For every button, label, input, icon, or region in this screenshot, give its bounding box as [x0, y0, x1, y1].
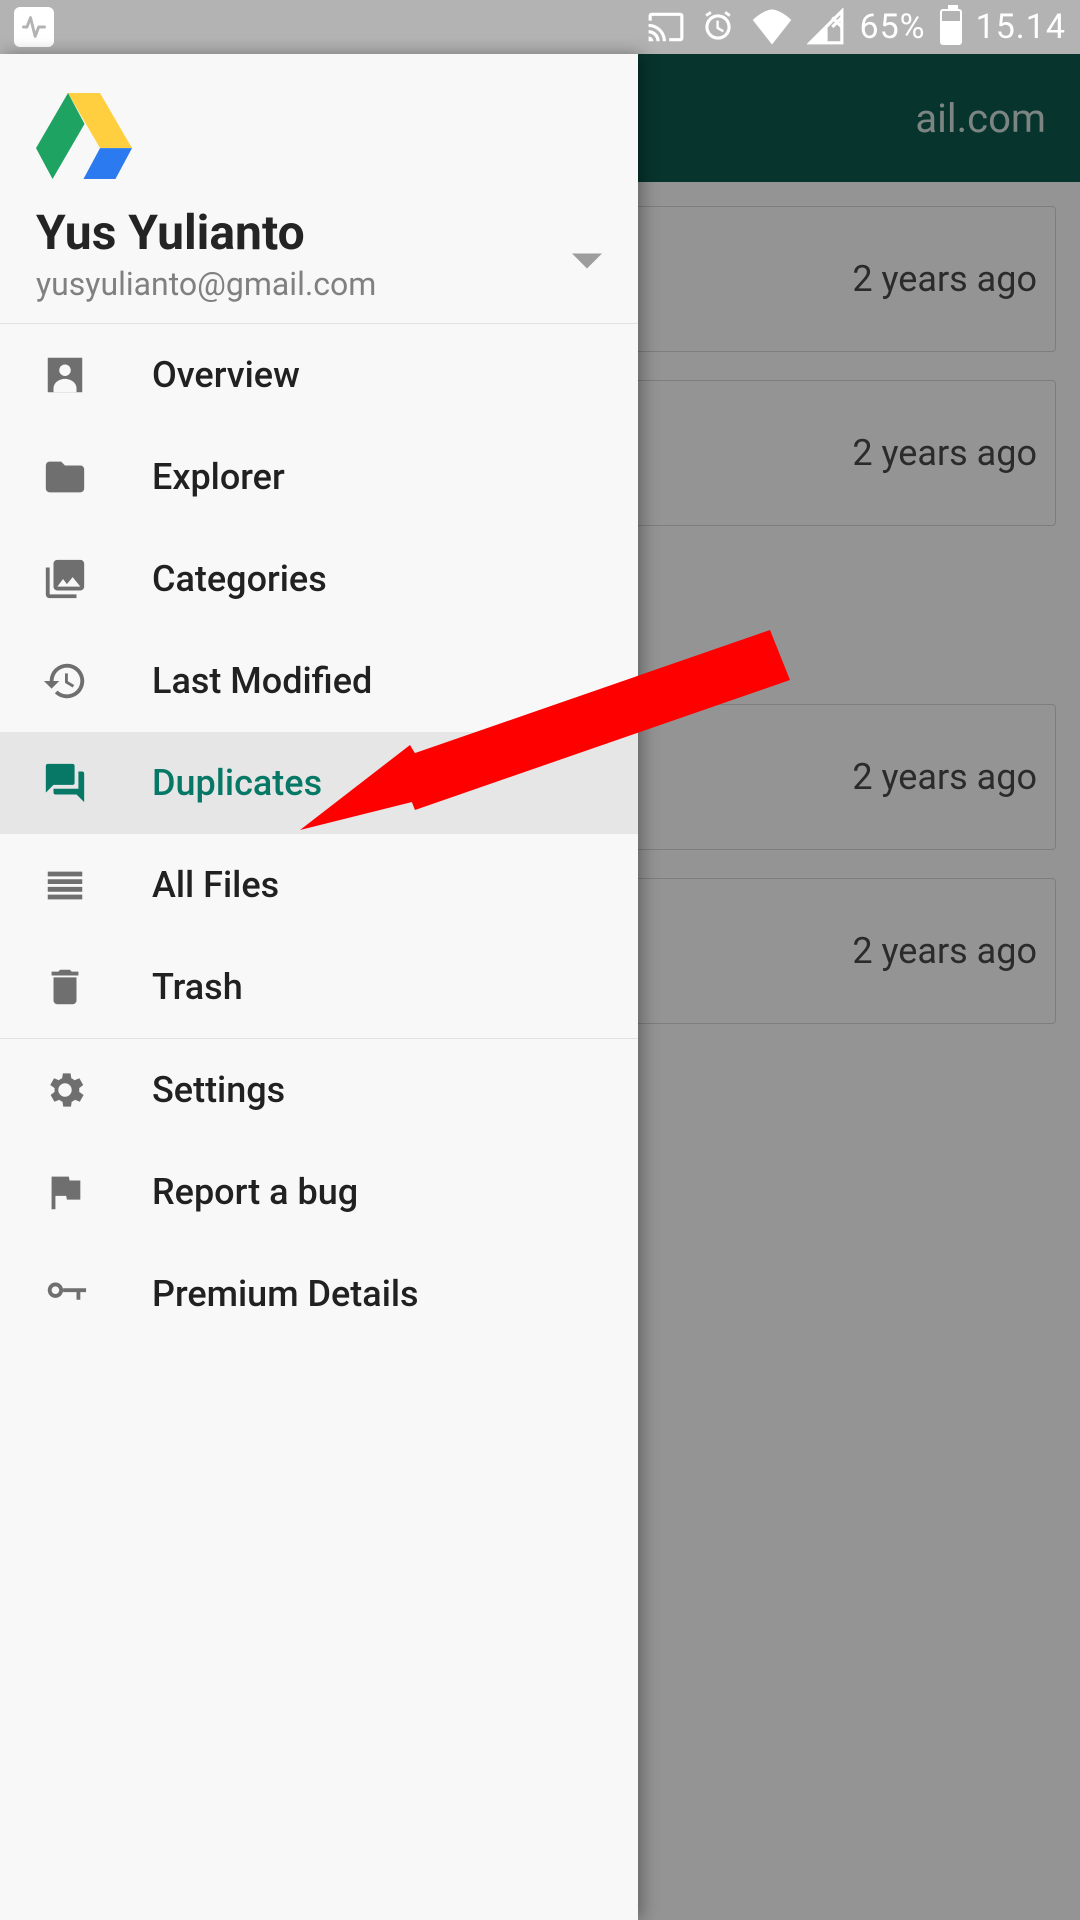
nav-item-premium-details[interactable]: Premium Details — [0, 1243, 638, 1345]
flag-icon — [40, 1167, 90, 1217]
battery-percent: 65% — [859, 7, 925, 47]
folder-icon — [40, 452, 90, 502]
nav-item-label: Duplicates — [152, 762, 322, 804]
list-lines-icon — [40, 860, 90, 910]
nav-item-label: All Files — [152, 864, 279, 906]
signal-no-data-icon — [807, 8, 845, 46]
google-drive-icon — [36, 90, 132, 182]
collections-icon — [40, 554, 90, 604]
activity-icon — [14, 7, 54, 47]
nav-item-label: Last Modified — [152, 660, 372, 702]
nav-item-label: Report a bug — [152, 1171, 358, 1213]
nav-item-label: Categories — [152, 558, 327, 600]
clock: 15.14 — [976, 7, 1066, 47]
nav-item-duplicates[interactable]: Duplicates — [0, 732, 638, 834]
nav-drawer: Yus Yulianto yusyulianto@gmail.com Overv… — [0, 54, 638, 1920]
nav-item-label: Premium Details — [152, 1273, 419, 1315]
drawer-header[interactable]: Yus Yulianto yusyulianto@gmail.com — [0, 54, 638, 324]
nav-item-trash[interactable]: Trash — [0, 936, 638, 1038]
nav-item-all-files[interactable]: All Files — [0, 834, 638, 936]
nav-item-label: Overview — [152, 354, 300, 396]
nav-item-categories[interactable]: Categories — [0, 528, 638, 630]
nav-item-report-bug[interactable]: Report a bug — [0, 1141, 638, 1243]
history-icon — [40, 656, 90, 706]
account-name: Yus Yulianto — [36, 204, 602, 261]
key-icon — [40, 1269, 90, 1319]
drawer-list: Overview Explorer Categories Last Modifi… — [0, 324, 638, 1920]
nav-item-last-modified[interactable]: Last Modified — [0, 630, 638, 732]
chat-bubbles-icon — [40, 758, 90, 808]
nav-item-label: Explorer — [152, 456, 285, 498]
cast-icon — [647, 8, 685, 46]
nav-item-label: Settings — [152, 1069, 285, 1111]
alarm-icon — [699, 8, 737, 46]
gear-icon — [40, 1065, 90, 1115]
nav-item-settings[interactable]: Settings — [0, 1039, 638, 1141]
trash-icon — [40, 962, 90, 1012]
nav-item-overview[interactable]: Overview — [0, 324, 638, 426]
nav-item-label: Trash — [152, 966, 243, 1008]
chevron-down-icon[interactable] — [572, 252, 602, 274]
wifi-icon — [751, 6, 793, 48]
account-email: yusyulianto@gmail.com — [36, 265, 602, 303]
person-card-icon — [40, 350, 90, 400]
battery-icon — [940, 9, 962, 45]
nav-item-explorer[interactable]: Explorer — [0, 426, 638, 528]
status-bar: 65% 15.14 — [0, 0, 1080, 54]
